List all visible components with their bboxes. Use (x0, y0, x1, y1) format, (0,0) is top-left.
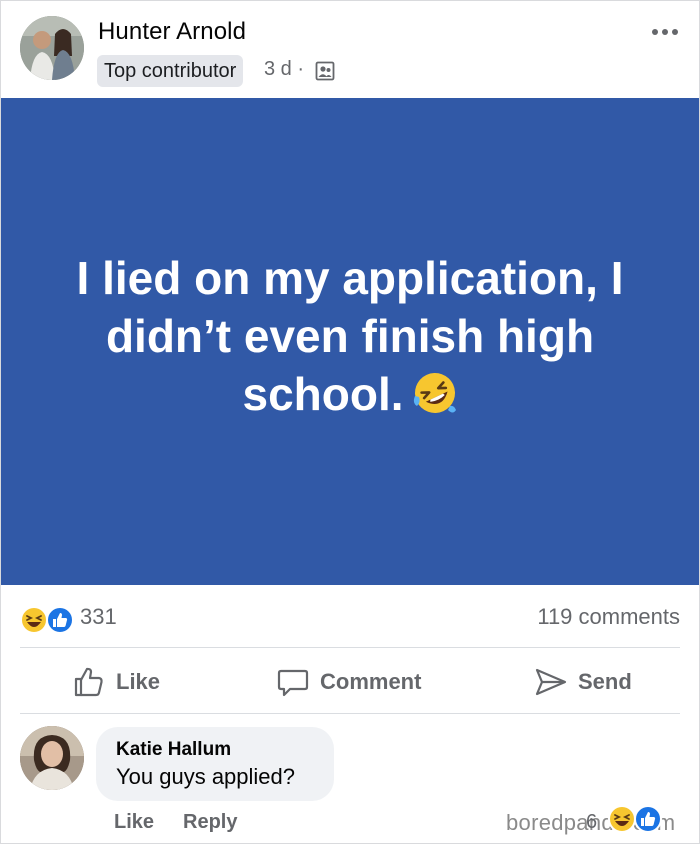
comment-button-label: Comment (320, 669, 422, 694)
audience-icon[interactable] (315, 61, 335, 81)
divider (20, 713, 680, 714)
like-button-label: Like (116, 669, 161, 694)
comment-like-button[interactable]: Like (114, 811, 154, 834)
send-icon (535, 668, 567, 696)
more-icon[interactable] (650, 24, 680, 40)
send-button-label: Send (578, 669, 632, 694)
comment-reaction-count[interactable]: 6 (586, 811, 597, 834)
rolling-laughing-emoji (413, 372, 456, 413)
like-reaction-icon (46, 606, 74, 634)
like-button[interactable]: Like (72, 660, 160, 704)
comment-icon (277, 669, 309, 697)
commenter-avatar[interactable] (20, 726, 84, 790)
author-name[interactable]: Hunter Arnold (98, 18, 246, 46)
laugh-reaction-icon (608, 805, 636, 833)
like-reaction-icon (634, 805, 662, 833)
comment-bubble[interactable]: Katie Hallum You guys applied? (96, 727, 334, 801)
comment-reaction-icons[interactable] (604, 804, 664, 834)
commenter-name[interactable]: Katie Hallum (116, 739, 231, 761)
comment-button[interactable]: Comment (276, 660, 421, 704)
comment-text: You guys applied? (116, 764, 296, 789)
reaction-count[interactable]: 331 (80, 604, 117, 630)
post-reaction-icons[interactable] (20, 606, 76, 634)
thumbs-up-icon (74, 667, 103, 697)
divider (20, 647, 680, 648)
send-button[interactable]: Send (534, 660, 632, 704)
top-contributor-badge[interactable]: Top contributor (97, 55, 244, 87)
comment-reply-button[interactable]: Reply (183, 811, 237, 834)
post-text-card[interactable]: I lied on my application, I didn’t even … (1, 98, 699, 585)
author-avatar[interactable] (20, 16, 84, 80)
laugh-reaction-icon (20, 606, 48, 634)
post-timestamp[interactable]: 3 d · (264, 58, 304, 81)
comment-count[interactable]: 119 comments (537, 604, 680, 630)
post-body: I lied on my application, I didn’t even … (50, 249, 650, 423)
post-body-text: I lied on my application, I didn’t even … (76, 251, 624, 420)
